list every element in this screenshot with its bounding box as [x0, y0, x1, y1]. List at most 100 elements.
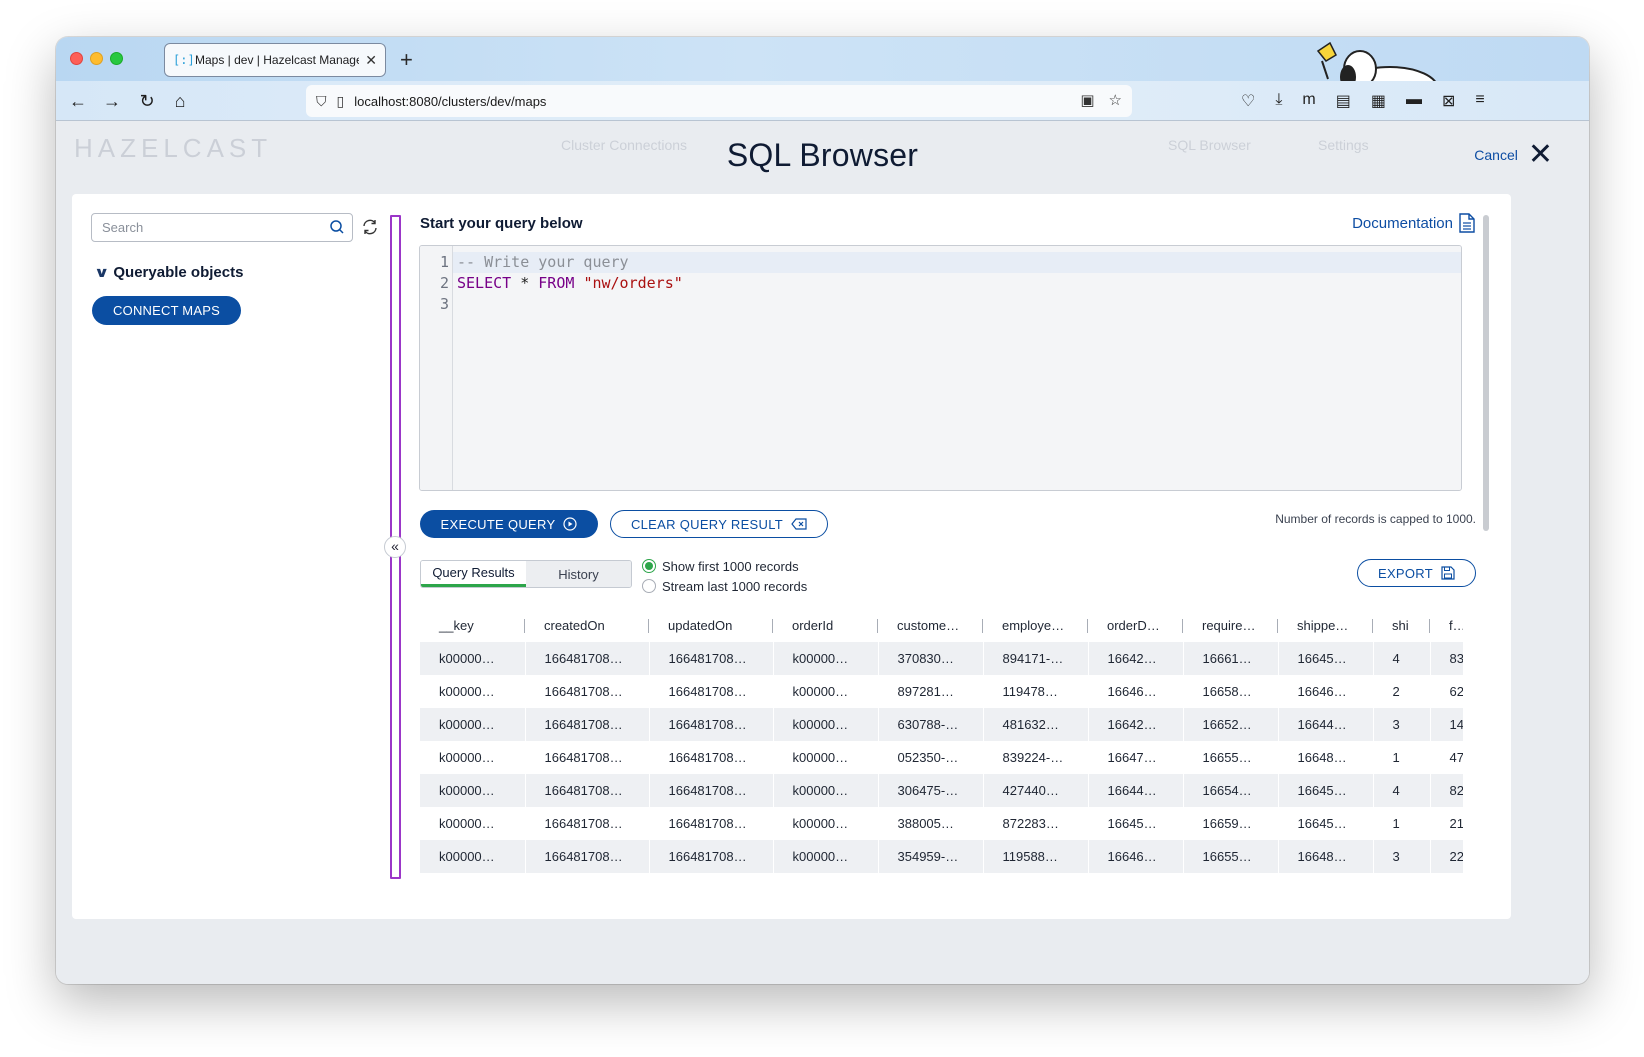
table-cell[interactable]: 166481708… — [525, 807, 650, 840]
new-tab-icon[interactable]: + — [400, 47, 413, 73]
table-cell[interactable]: 16642… — [1088, 642, 1184, 675]
code-area[interactable]: -- Write your query SELECT * FROM "nw/or… — [453, 246, 1461, 490]
cancel-label[interactable]: Cancel — [1474, 147, 1518, 163]
table-cell[interactable]: 166481708… — [649, 840, 774, 873]
table-cell[interactable]: 4 — [1373, 774, 1431, 807]
stream-last-option[interactable]: Stream last 1000 records — [642, 576, 807, 596]
table-cell[interactable]: 630788-… — [878, 708, 984, 741]
show-first-option[interactable]: Show first 1000 records — [642, 556, 807, 576]
table-cell[interactable]: 16661… — [1183, 642, 1279, 675]
pocket-icon[interactable]: ♡ — [1241, 91, 1255, 111]
column-header-label[interactable]: custome… — [897, 618, 959, 633]
table-cell[interactable]: 388005… — [878, 807, 984, 840]
table-cell[interactable]: 16648… — [1278, 840, 1374, 873]
table-cell[interactable]: k00000… — [773, 708, 879, 741]
column-header-label[interactable]: employe… — [1002, 618, 1064, 633]
table-row[interactable]: k00000… 166481708… 166481708… k00000… 897281… — [420, 675, 1463, 708]
search-icon[interactable] — [329, 219, 345, 235]
bookmark-star-icon[interactable]: ☆ — [1109, 91, 1122, 109]
forward-arrow-icon[interactable]: → — [100, 89, 124, 113]
table-cell[interactable]: 16655… — [1183, 840, 1279, 873]
extension-icon[interactable]: ▤ — [1336, 91, 1351, 111]
table-cell[interactable]: 166481708… — [525, 774, 650, 807]
show-first-label[interactable]: Show first 1000 records — [662, 559, 799, 574]
reload-icon[interactable]: ↻ — [135, 89, 159, 113]
column-header-label[interactable]: orderD… — [1107, 618, 1160, 633]
extension-grid-icon[interactable]: ▦ — [1371, 91, 1386, 111]
column-header[interactable]: __key — [420, 608, 525, 642]
table-cell[interactable]: 306475-… — [878, 774, 984, 807]
table-cell[interactable]: 3 — [1373, 840, 1431, 873]
table-cell[interactable]: 166481708… — [649, 642, 774, 675]
table-cell[interactable]: 16645… — [1278, 807, 1374, 840]
table-cell[interactable]: 16652… — [1183, 708, 1279, 741]
editor-scrollbar[interactable] — [1483, 215, 1489, 531]
backspace-icon[interactable] — [791, 518, 807, 530]
table-cell[interactable]: 052350-… — [878, 741, 984, 774]
table-cell[interactable]: 16648… — [1278, 741, 1374, 774]
table-cell[interactable]: 16644… — [1278, 708, 1374, 741]
radio-selected[interactable] — [642, 559, 656, 573]
column-header[interactable]: f… — [1430, 608, 1463, 642]
table-cell[interactable]: k00000… — [420, 741, 526, 774]
table-cell[interactable]: 872283… — [983, 807, 1089, 840]
table-cell[interactable]: 1 — [1373, 741, 1431, 774]
code-line-1[interactable]: -- Write your query — [453, 252, 1461, 273]
table-cell[interactable]: 166481708… — [525, 675, 650, 708]
execute-query-label[interactable]: EXECUTE QUERY — [441, 517, 556, 532]
table-cell[interactable]: 16659… — [1183, 807, 1279, 840]
table-cell[interactable]: k00000… — [773, 807, 879, 840]
radio-unselected[interactable] — [642, 579, 656, 593]
tab-history[interactable]: History — [526, 561, 631, 587]
save-disk-icon[interactable] — [1441, 566, 1455, 580]
extension-m-icon[interactable]: m — [1302, 91, 1315, 111]
table-cell[interactable]: 16646… — [1088, 840, 1184, 873]
maximize-window-button[interactable] — [110, 52, 123, 65]
table-cell[interactable]: 14 — [1430, 708, 1463, 741]
column-header[interactable]: updatedOn — [649, 608, 773, 642]
table-cell[interactable]: 16654… — [1183, 774, 1279, 807]
table-cell[interactable]: 427440… — [983, 774, 1089, 807]
table-row[interactable]: k00000… 166481708… 166481708… k00000… 388005… — [420, 807, 1463, 840]
search-field[interactable] — [91, 213, 353, 242]
table-cell[interactable]: 166481708… — [649, 708, 774, 741]
url-bar[interactable]: ⛉ ▯ localhost:8080/clusters/dev/maps ▣ ☆ — [306, 85, 1132, 117]
column-header-label[interactable]: shippe… — [1297, 618, 1348, 633]
document-icon[interactable] — [1459, 213, 1475, 233]
table-cell[interactable]: k00000… — [420, 642, 526, 675]
export-button[interactable]: EXPORT — [1357, 559, 1476, 587]
reader-mode-icon[interactable]: ▣ — [1080, 91, 1094, 109]
table-cell[interactable]: 166481708… — [649, 774, 774, 807]
column-header[interactable]: orderId — [773, 608, 878, 642]
clear-query-result-label[interactable]: CLEAR QUERY RESULT — [631, 517, 783, 532]
table-cell[interactable]: k00000… — [420, 675, 526, 708]
code-line-2[interactable]: SELECT * FROM "nw/orders" — [453, 273, 1461, 294]
table-cell[interactable]: 1 — [1373, 807, 1431, 840]
table-cell[interactable]: k00000… — [773, 840, 879, 873]
results-table-container[interactable]: __key createdOn updatedOn orderId custom… — [420, 608, 1463, 876]
table-cell[interactable]: 119588… — [983, 840, 1089, 873]
table-cell[interactable]: k00000… — [420, 708, 526, 741]
documentation-link[interactable]: Documentation — [1352, 213, 1475, 233]
home-icon[interactable]: ⌂ — [168, 89, 192, 113]
table-cell[interactable]: 839224-… — [983, 741, 1089, 774]
table-cell[interactable]: 83 — [1430, 642, 1463, 675]
extension-screenshot-icon[interactable]: ▬ — [1406, 91, 1422, 111]
shield-icon[interactable]: ⛉ — [316, 93, 327, 110]
extension-red-icon[interactable]: ⊠ — [1442, 91, 1455, 111]
stream-last-label[interactable]: Stream last 1000 records — [662, 579, 807, 594]
play-circle-icon[interactable] — [563, 517, 578, 531]
minimize-window-button[interactable] — [90, 52, 103, 65]
table-cell[interactable]: 370830… — [878, 642, 984, 675]
table-cell[interactable]: 166481708… — [525, 840, 650, 873]
table-cell[interactable]: 166481708… — [649, 675, 774, 708]
column-header-label[interactable]: f… — [1449, 618, 1463, 633]
table-cell[interactable]: 166481708… — [525, 642, 650, 675]
column-header-label[interactable]: shi — [1392, 618, 1409, 633]
table-cell[interactable]: 354959-… — [878, 840, 984, 873]
close-window-button[interactable] — [70, 52, 83, 65]
refresh-icon[interactable] — [361, 218, 379, 236]
table-cell[interactable]: 2 — [1373, 675, 1431, 708]
collapse-panel-icon[interactable]: « — [384, 536, 406, 558]
table-cell[interactable]: 166481708… — [649, 741, 774, 774]
